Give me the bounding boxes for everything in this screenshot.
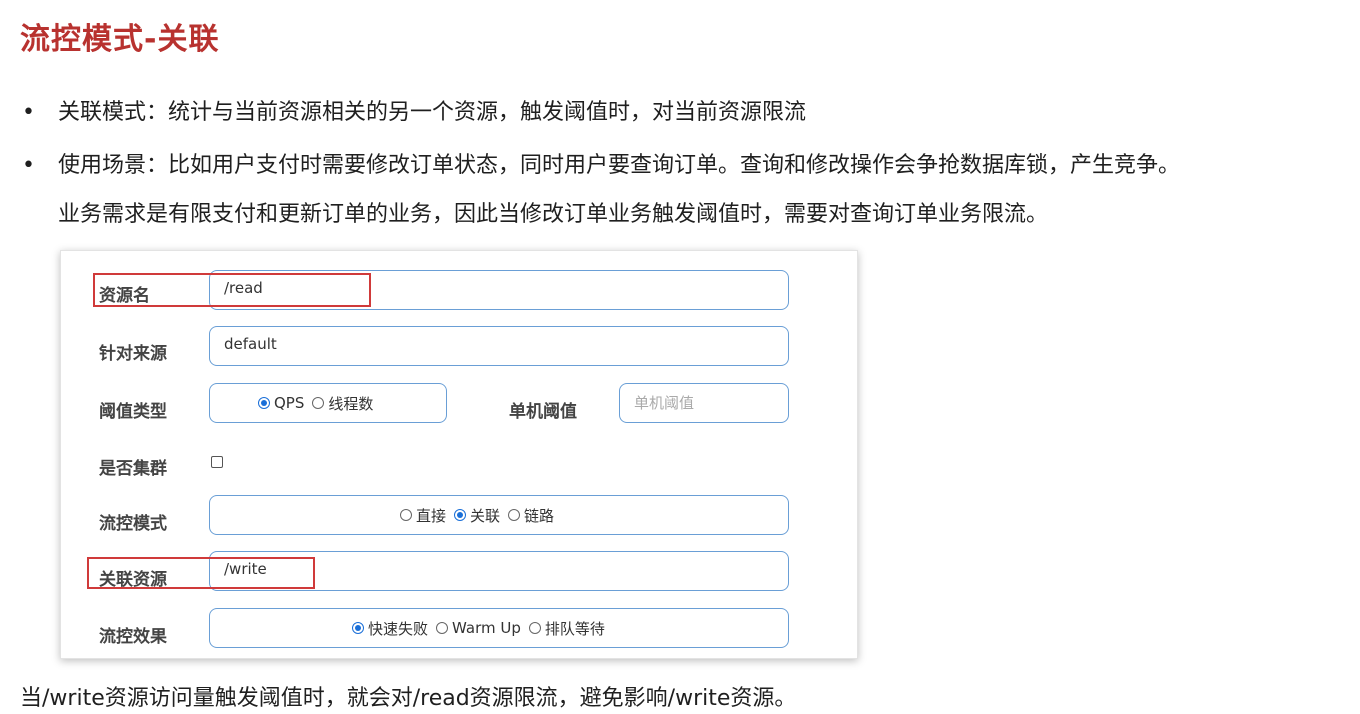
single-threshold-label: 单机阈值 (509, 402, 577, 422)
bullet-continuation: 业务需求是有限支付和更新订单的业务，因此当修改订单业务触发阈值时，需要对查询订单… (58, 202, 1049, 227)
radio-chain[interactable]: 链路 (508, 505, 554, 526)
single-threshold-placeholder: 单机阈值 (634, 394, 695, 412)
radio-fast-fail[interactable]: 快速失败 (352, 618, 428, 639)
radio-direct[interactable]: 直接 (400, 505, 446, 526)
origin-value: default (224, 335, 277, 353)
radio-checked-icon (454, 509, 467, 521)
radio-qps[interactable]: QPS (258, 394, 304, 412)
radio-unchecked-icon (312, 397, 325, 409)
radio-unchecked-icon (436, 622, 449, 634)
cluster-label: 是否集群 (99, 459, 167, 479)
flow-mode-label: 流控模式 (99, 514, 167, 534)
bullet-dot: • (22, 153, 35, 178)
radio-threads[interactable]: 线程数 (312, 393, 373, 414)
radio-unchecked-icon (400, 509, 412, 521)
footer-note: 当/write资源访问量触发阈值时，就会对/read资源限流，避免影响/writ… (20, 686, 797, 711)
radio-queue[interactable]: 排队等待 (528, 618, 605, 639)
highlight-box (87, 557, 315, 589)
radio-related[interactable]: 关联 (454, 505, 500, 526)
flow-effect-label: 流控效果 (99, 627, 167, 647)
threshold-type-group: QPS 线程数 (209, 383, 447, 423)
bullet-text: 关联模式：统计与当前资源相关的另一个资源，触发阈值时，对当前资源限流 (58, 100, 807, 125)
radio-checked-icon (352, 622, 364, 634)
radio-unchecked-icon (528, 622, 541, 634)
bullet-dot: • (22, 100, 35, 125)
page-title: 流控模式-关联 (20, 22, 220, 57)
bullet-text: 使用场景：比如用户支付时需要修改订单状态，同时用户要查询订单。查询和修改操作会争… (58, 153, 1181, 178)
origin-label: 针对来源 (99, 344, 167, 364)
flow-mode-group: 直接 关联 链路 (209, 495, 789, 535)
radio-warm-up[interactable]: Warm Up (436, 619, 521, 637)
threshold-type-label: 阈值类型 (99, 402, 167, 422)
flow-effect-group: 快速失败 Warm Up 排队等待 (209, 608, 789, 648)
radio-unchecked-icon (508, 509, 521, 521)
highlight-box (93, 273, 371, 307)
cluster-checkbox[interactable] (211, 456, 223, 468)
origin-input[interactable]: default (209, 326, 789, 366)
radio-checked-icon (258, 397, 270, 409)
single-threshold-input[interactable]: 单机阈值 (619, 383, 789, 423)
flow-rule-form: 资源名 /read 针对来源 default 阈值类型 QPS 线程数 单机阈值… (60, 250, 858, 659)
